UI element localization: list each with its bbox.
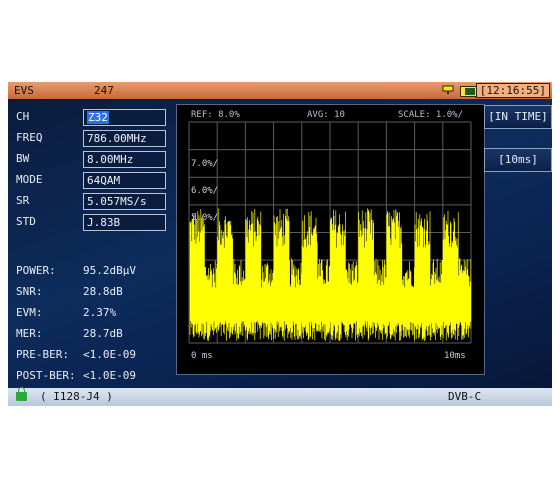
grid-label-7: 7.0%/	[191, 159, 219, 169]
param-label-freq: FREQ	[16, 131, 43, 144]
mode-label: EVS	[14, 84, 34, 97]
standard-label: DVB-C	[448, 390, 482, 403]
pre-ber-value: <1.0E-09	[83, 348, 136, 361]
clock: [12:16:55]	[475, 83, 550, 98]
param-label-ch: CH	[16, 110, 30, 123]
grid-label-6: 6.0%/	[191, 186, 219, 196]
std-field[interactable]: J.83B	[83, 214, 166, 231]
param-label-sr: SR	[16, 194, 30, 207]
param-label-std: STD	[16, 215, 36, 228]
param-label-bw: BW	[16, 152, 30, 165]
evm-label: EVM:	[16, 306, 43, 319]
power-value: 95.2dBµV	[83, 264, 136, 277]
lock-icon	[16, 387, 27, 401]
title-bar: EVS 247 [12:16:55]	[8, 82, 552, 99]
evm-value: 2.37%	[83, 306, 117, 319]
mer-value: 28.7dB	[83, 327, 123, 340]
ch-value: Z32	[87, 111, 109, 124]
sr-field[interactable]: 5.057MS/s	[83, 193, 166, 210]
mode-field[interactable]: 64QAM	[83, 172, 166, 189]
in-time-button[interactable]: [IN TIME]	[484, 105, 552, 129]
plot-ref-label: REF: 8.0%	[191, 110, 240, 120]
grid-label-5: 5.0%/	[191, 213, 219, 223]
channel-number: 247	[94, 84, 114, 97]
signal-icon	[442, 85, 454, 94]
param-label-mode: MODE	[16, 173, 43, 186]
freq-field[interactable]: 786.00MHz	[83, 130, 166, 147]
x-start-label: 0 ms	[191, 351, 213, 361]
evm-trace	[189, 208, 472, 341]
ch-field[interactable]: Z32	[83, 109, 166, 126]
plot-avg-label: AVG: 10	[307, 110, 345, 120]
x-end-label: 10ms	[444, 351, 466, 361]
constellation-label: ( I128-J4 )	[40, 390, 113, 403]
analyzer-screen: EVS 247 [12:16:55] CH Z32 FREQ 786.00MHz…	[8, 82, 552, 406]
status-bar: ( I128-J4 ) DVB-C	[8, 387, 552, 406]
power-label: POWER:	[16, 264, 56, 277]
plot-canvas	[188, 121, 472, 344]
pre-ber-label: PRE-BER:	[16, 348, 69, 361]
post-ber-value: <1.0E-09	[83, 369, 136, 382]
bw-field[interactable]: 8.00MHz	[83, 151, 166, 168]
post-ber-label: POST-BER:	[16, 369, 76, 382]
plot-scale-label: SCALE: 1.0%/	[398, 110, 464, 120]
mer-label: MER:	[16, 327, 43, 340]
evm-time-plot[interactable]: REF: 8.0% AVG: 10 SCALE: 1.0%/ 7.0%/ 6.0…	[176, 104, 485, 375]
snr-value: 28.8dB	[83, 285, 123, 298]
snr-label: SNR:	[16, 285, 43, 298]
time-span-button[interactable]: [10ms]	[484, 148, 552, 172]
